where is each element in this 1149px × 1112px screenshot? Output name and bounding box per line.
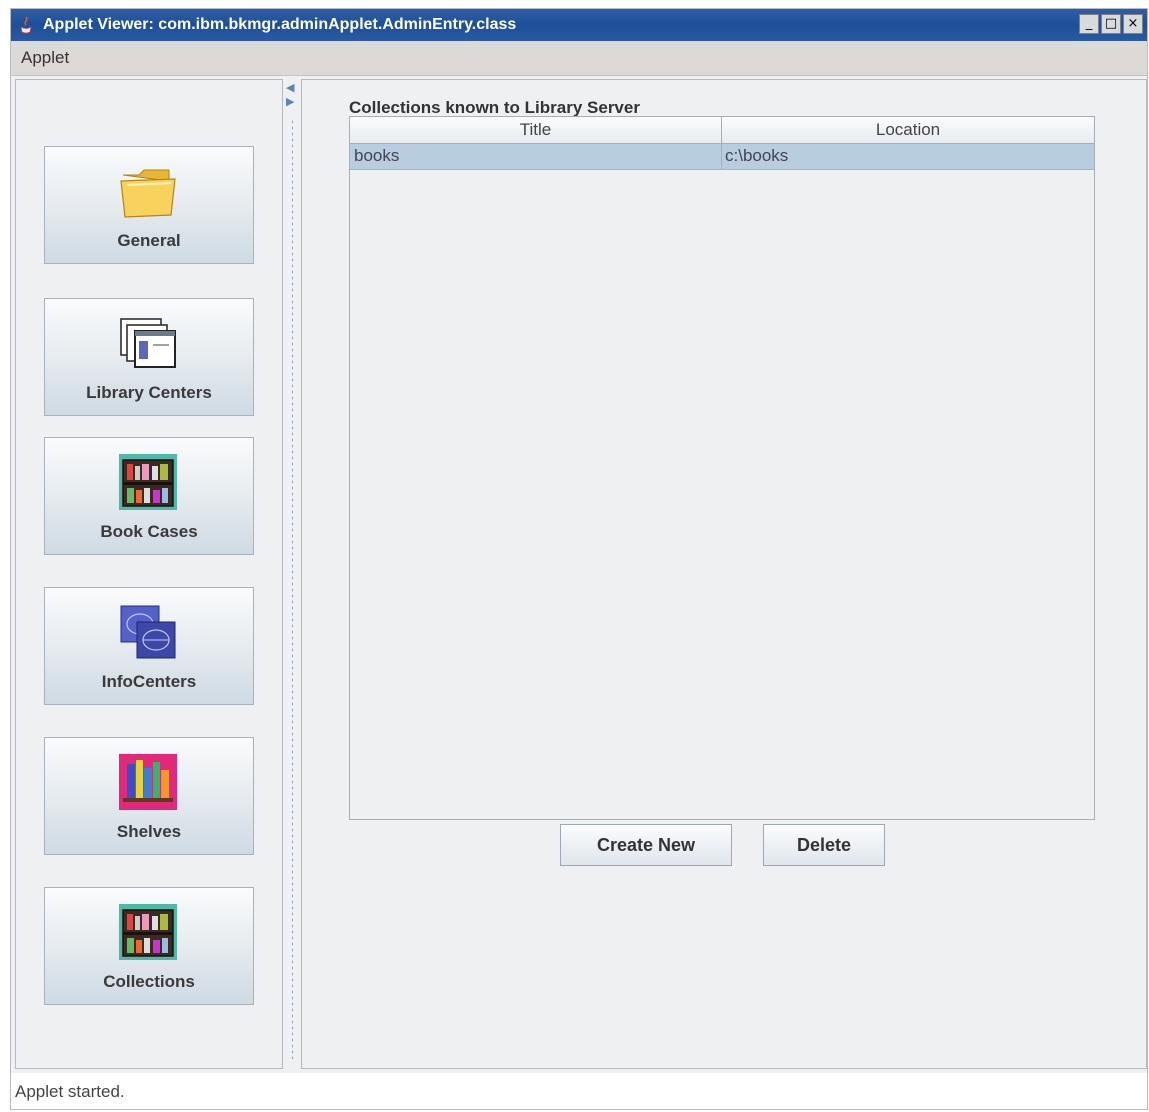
folder-icon	[120, 169, 176, 218]
menu-bar: Applet	[11, 41, 1147, 76]
infocenters-icon	[120, 605, 176, 659]
window-controls: _ □ ×	[1079, 14, 1143, 34]
maximize-button[interactable]: □	[1101, 14, 1121, 34]
column-header-location[interactable]: Location	[722, 120, 1094, 140]
status-bar: Applet started.	[11, 1073, 1147, 1109]
bookcase-icon	[119, 454, 177, 510]
delete-button[interactable]: Delete	[763, 824, 885, 866]
table-header: Title Location	[350, 117, 1094, 144]
nav-shelves-label: Shelves	[116, 822, 182, 841]
nav-library-centers-button[interactable]: Library Centers	[44, 298, 254, 416]
collections-icon	[119, 904, 177, 960]
nav-library-centers-label: Library Centers	[86, 383, 212, 402]
nav-general-label: General	[117, 231, 181, 250]
content-panel: Collections known to Library Server Titl…	[301, 79, 1147, 1069]
splitter-arrows[interactable]: ◀ ▶	[286, 81, 294, 109]
title-bar: Applet Viewer: com.ibm.bkmgr.adminApplet…	[11, 9, 1147, 41]
cell-title[interactable]: books	[354, 146, 399, 166]
split-pane-divider[interactable]: ◀ ▶	[284, 79, 300, 1069]
expand-right-arrow-icon[interactable]: ▶	[286, 95, 294, 109]
applet-viewer-window: Applet Viewer: com.ibm.bkmgr.adminApplet…	[10, 8, 1148, 1110]
cell-location[interactable]: c:\books	[725, 146, 788, 166]
column-header-title[interactable]: Title	[350, 120, 721, 140]
nav-infocenters-label: InfoCenters	[101, 672, 197, 691]
splitter-grip[interactable]	[291, 119, 293, 1059]
minimize-button[interactable]: _	[1079, 14, 1099, 34]
nav-book-cases-label: Book Cases	[100, 522, 198, 541]
collections-table[interactable]: Title Location books c:\books	[349, 116, 1095, 820]
status-text: Applet started.	[15, 1082, 125, 1101]
table-row[interactable]: books c:\books	[350, 144, 1094, 170]
menu-applet[interactable]: Applet	[21, 48, 69, 68]
nav-book-cases-button[interactable]: Book Cases	[44, 437, 254, 555]
nav-shelves-button[interactable]: Shelves	[44, 737, 254, 855]
java-icon	[20, 16, 32, 34]
nav-infocenters-button[interactable]: InfoCenters	[44, 587, 254, 705]
window-title: Applet Viewer: com.ibm.bkmgr.adminApplet…	[43, 16, 517, 33]
nav-collections-label: Collections	[103, 972, 195, 991]
nav-general-button[interactable]: General	[44, 146, 254, 264]
collections-heading: Collections known to Library Server	[349, 98, 640, 117]
library-centers-icon	[120, 318, 176, 368]
navigation-panel: General Library Centers Book Cases InfoC…	[15, 79, 283, 1069]
create-new-button[interactable]: Create New	[560, 824, 732, 866]
shelves-icon	[119, 754, 177, 810]
cell-divider	[721, 144, 722, 169]
nav-collections-button[interactable]: Collections	[44, 887, 254, 1005]
collapse-left-arrow-icon[interactable]: ◀	[286, 81, 294, 95]
close-button[interactable]: ×	[1123, 14, 1143, 34]
